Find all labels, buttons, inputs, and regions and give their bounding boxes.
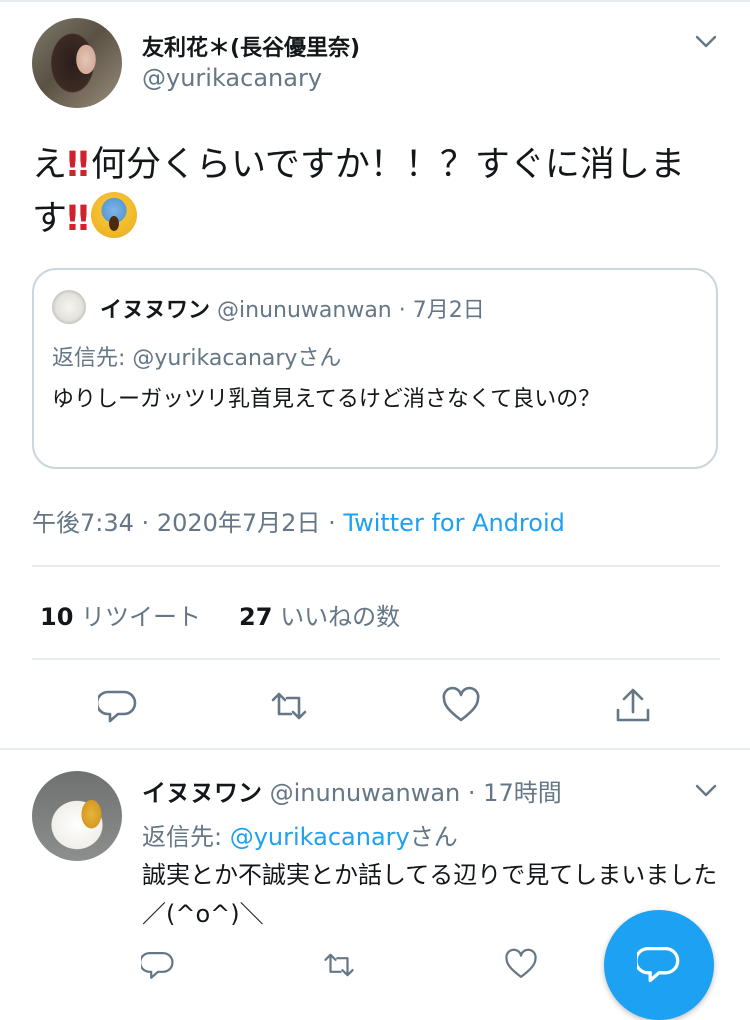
quoted-tweet[interactable]: イヌヌワン @inunuwanwan · 7月2日 返信先: @yurikaca… [32,268,718,469]
quoted-avatar[interactable] [52,290,86,324]
reply-header: イヌヌワン @inunuwanwan · 17時間 [142,773,562,808]
reply-name[interactable]: イヌヌワン [142,779,262,807]
reply-to: 返信先: @yurikacanaryさん [142,817,458,852]
chevron-down-icon[interactable] [693,777,719,803]
compose-button[interactable] [604,910,714,1020]
share-icon[interactable] [613,686,653,726]
tweet-source-link[interactable]: Twitter for Android [343,509,564,537]
reply-time: 17時間 [483,779,562,807]
reply-icon[interactable] [141,948,175,982]
tweet-date: 2020年7月2日 [156,509,321,537]
separator-dot: · [467,779,476,807]
tweet-text-part: え [32,145,68,185]
reply-handle[interactable]: @inunuwanwan [270,779,461,807]
user-handle[interactable]: @yurikacanary [142,64,322,92]
separator-dot: · [328,509,336,537]
retweet-icon[interactable] [269,686,309,726]
quoted-name: イヌヌワン [100,298,211,323]
separator-dot: · [141,509,150,537]
tweet-stats: 10 リツイート 27 いいねの数 [40,597,400,632]
quoted-handle: @inunuwanwan [217,298,392,323]
divider [0,748,750,750]
scream-face-emoji [90,192,137,238]
heart-icon[interactable] [504,948,538,982]
retweet-count: 10 [40,603,74,631]
tweet-text: え‼ 何分くらいですか！！？すぐに消します‼ [32,138,722,246]
display-name[interactable]: 友利花＊(長谷優里奈) [142,30,360,62]
like-count: 27 [239,603,273,631]
double-exclamation-emoji: ‼ [67,199,89,239]
reply-suffix: さん [409,823,458,851]
heart-icon[interactable] [441,686,481,726]
avatar[interactable] [32,18,122,108]
compose-icon [637,946,680,983]
avatar[interactable] [32,771,122,861]
separator-dot: · [398,298,406,323]
reply-to-link[interactable]: @yurikacanary [230,823,410,851]
retweet-label: リツイート [81,603,202,631]
tweet-meta: 午後7:34 · 2020年7月2日 · Twitter for Android [32,503,565,538]
retweet-stat[interactable]: 10 リツイート [40,603,201,631]
quoted-text: ゆりしーガッツリ乳首見えてるけど消さなくて良いの？ [52,387,601,412]
quoted-reply-to: 返信先: @yurikacanaryさん [52,346,342,371]
quoted-date: 7月2日 [412,298,485,323]
double-exclamation-emoji: ‼ [67,145,89,185]
quoted-header: イヌヌワン @inunuwanwan · 7月2日 [100,292,485,324]
reply-icon[interactable] [98,686,138,726]
top-divider [0,0,750,2]
chevron-down-icon[interactable] [693,28,719,54]
like-label: いいねの数 [280,603,401,631]
divider [32,658,720,660]
divider [32,565,720,567]
retweet-icon[interactable] [322,948,356,982]
tweet-time: 午後7:34 [32,509,134,537]
like-stat[interactable]: 27 いいねの数 [239,603,400,631]
reply-prefix: 返信先: [142,823,230,851]
